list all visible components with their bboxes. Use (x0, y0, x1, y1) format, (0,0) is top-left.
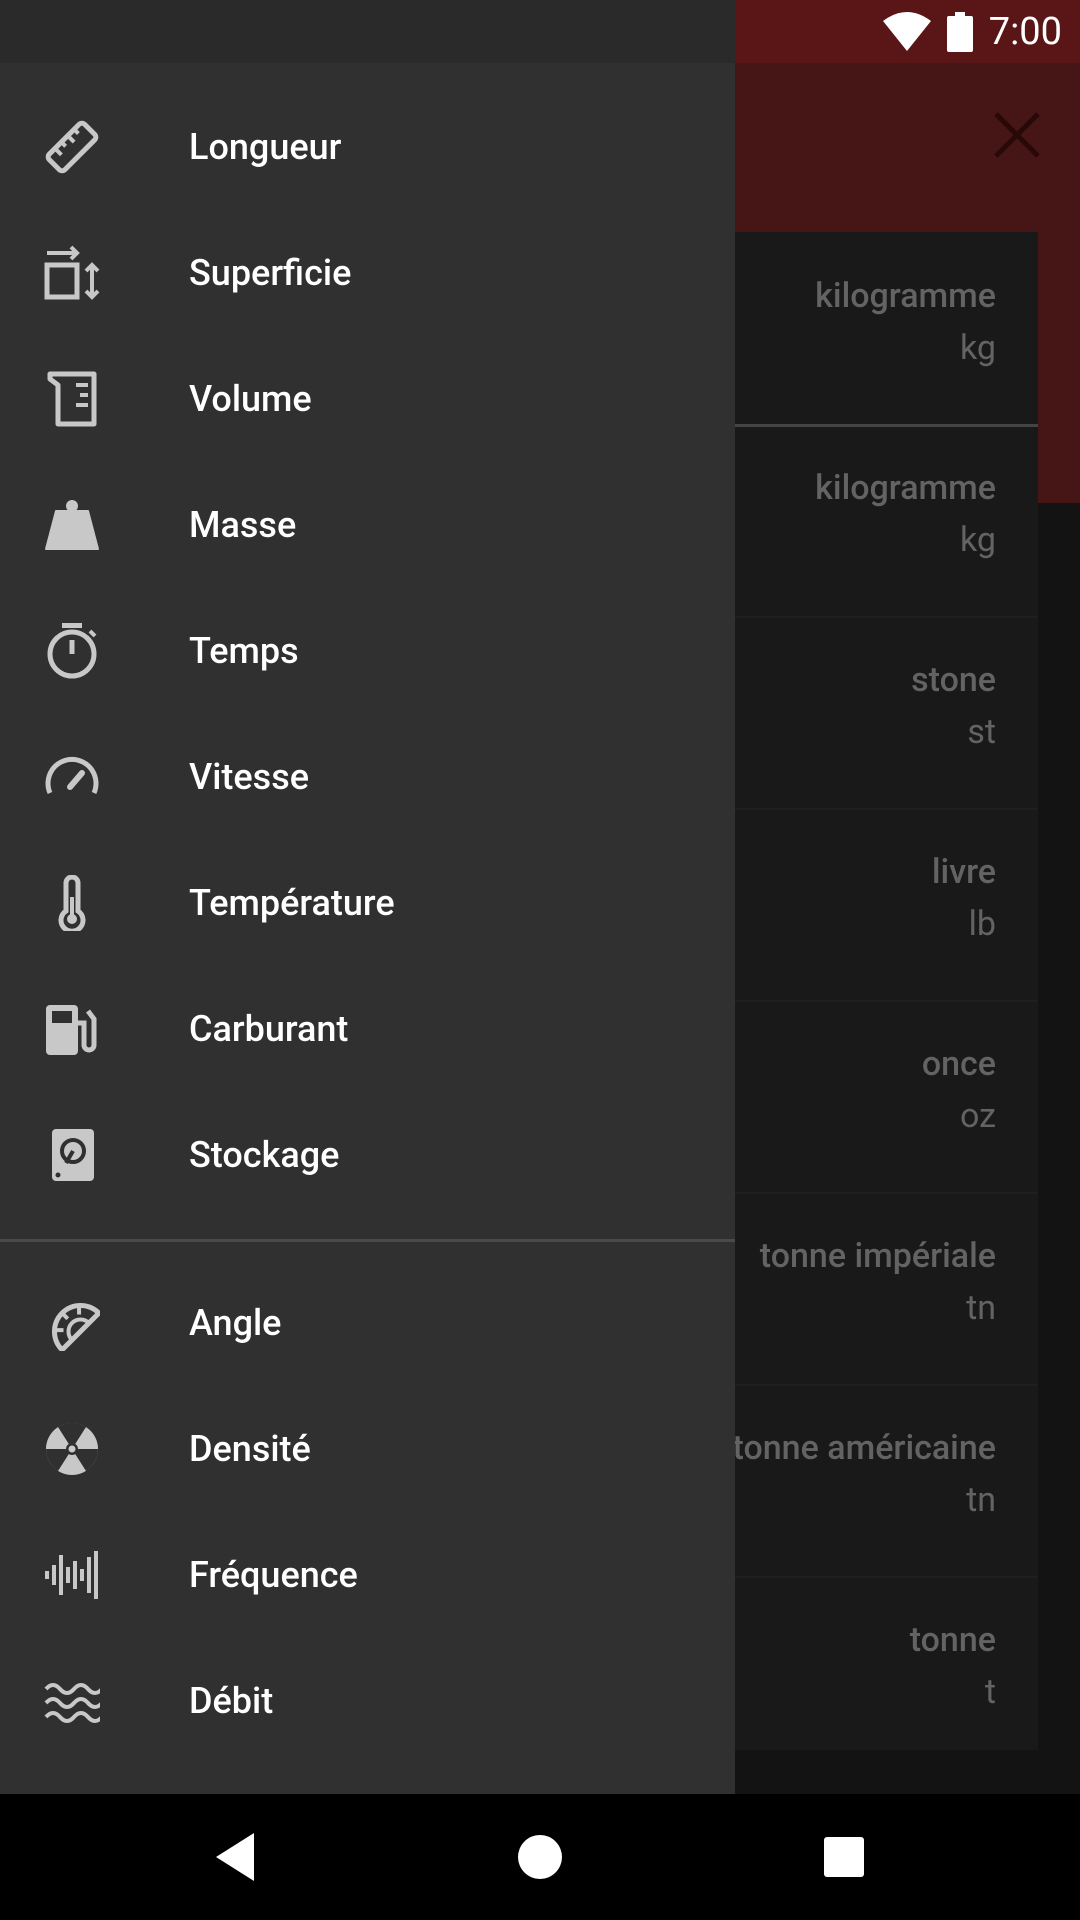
drawer-item-stockage[interactable]: Stockage (0, 1092, 735, 1218)
drawer-item-volume[interactable]: Volume (0, 336, 735, 462)
drawer-item-label: Longueur (189, 126, 342, 168)
battery-icon (946, 11, 973, 52)
speedometer-icon (44, 749, 100, 805)
drawer-item-carburant[interactable]: Carburant (0, 966, 735, 1092)
drawer-item-label: Masse (189, 504, 297, 546)
drawer-item-masse[interactable]: Masse (0, 462, 735, 588)
waveform-icon (44, 1547, 100, 1603)
drawer-item-densite[interactable]: Densité (0, 1386, 735, 1512)
fuel-pump-icon (44, 1001, 100, 1057)
drawer-item-label: Vitesse (189, 756, 310, 798)
ruler-icon (44, 119, 100, 175)
drawer-item-label: Débit (189, 1680, 274, 1722)
drawer-item-label: Volume (189, 378, 312, 420)
system-nav-bar (0, 1794, 1080, 1920)
drawer-item-debit[interactable]: Débit (0, 1638, 735, 1764)
drawer-item-vitesse[interactable]: Vitesse (0, 714, 735, 840)
timer-icon (44, 623, 100, 679)
drawer-item-label: Stockage (189, 1134, 340, 1176)
recents-icon[interactable] (814, 1827, 874, 1887)
drawer-item-temps[interactable]: Temps (0, 588, 735, 714)
drawer-item-label: Densité (189, 1428, 311, 1470)
drawer-item-label: Angle (189, 1302, 282, 1344)
protractor-icon (44, 1295, 102, 1353)
wifi-icon (882, 11, 931, 52)
status-bar: 7:00 (0, 0, 1080, 63)
weight-icon (44, 497, 100, 553)
hard-disk-icon (44, 1127, 100, 1183)
drawer-scrim[interactable] (735, 63, 1080, 1794)
drawer-item-label: Superficie (189, 252, 352, 294)
drawer-item-longueur[interactable]: Longueur (0, 84, 735, 210)
drawer-item-superficie[interactable]: Superficie (0, 210, 735, 336)
drawer-item-temperature[interactable]: Température (0, 840, 735, 966)
status-time: 7:00 (988, 9, 1062, 54)
navigation-drawer: Longueur Superficie Volume Masse Temps V… (0, 63, 735, 1794)
back-icon[interactable] (208, 1827, 268, 1887)
drawer-item-label: Fréquence (189, 1554, 358, 1596)
drawer-item-angle[interactable]: Angle (0, 1260, 735, 1386)
waves-icon (44, 1673, 104, 1729)
drawer-divider (0, 1239, 735, 1242)
beaker-icon (44, 371, 100, 427)
radiation-icon (44, 1421, 100, 1477)
home-icon[interactable] (510, 1827, 570, 1887)
drawer-item-label: Carburant (189, 1008, 349, 1050)
thermometer-icon (44, 874, 100, 934)
drawer-item-frequence[interactable]: Fréquence (0, 1512, 735, 1638)
drawer-item-label: Temps (189, 630, 299, 672)
area-icon (44, 245, 100, 301)
drawer-item-label: Température (189, 882, 395, 924)
